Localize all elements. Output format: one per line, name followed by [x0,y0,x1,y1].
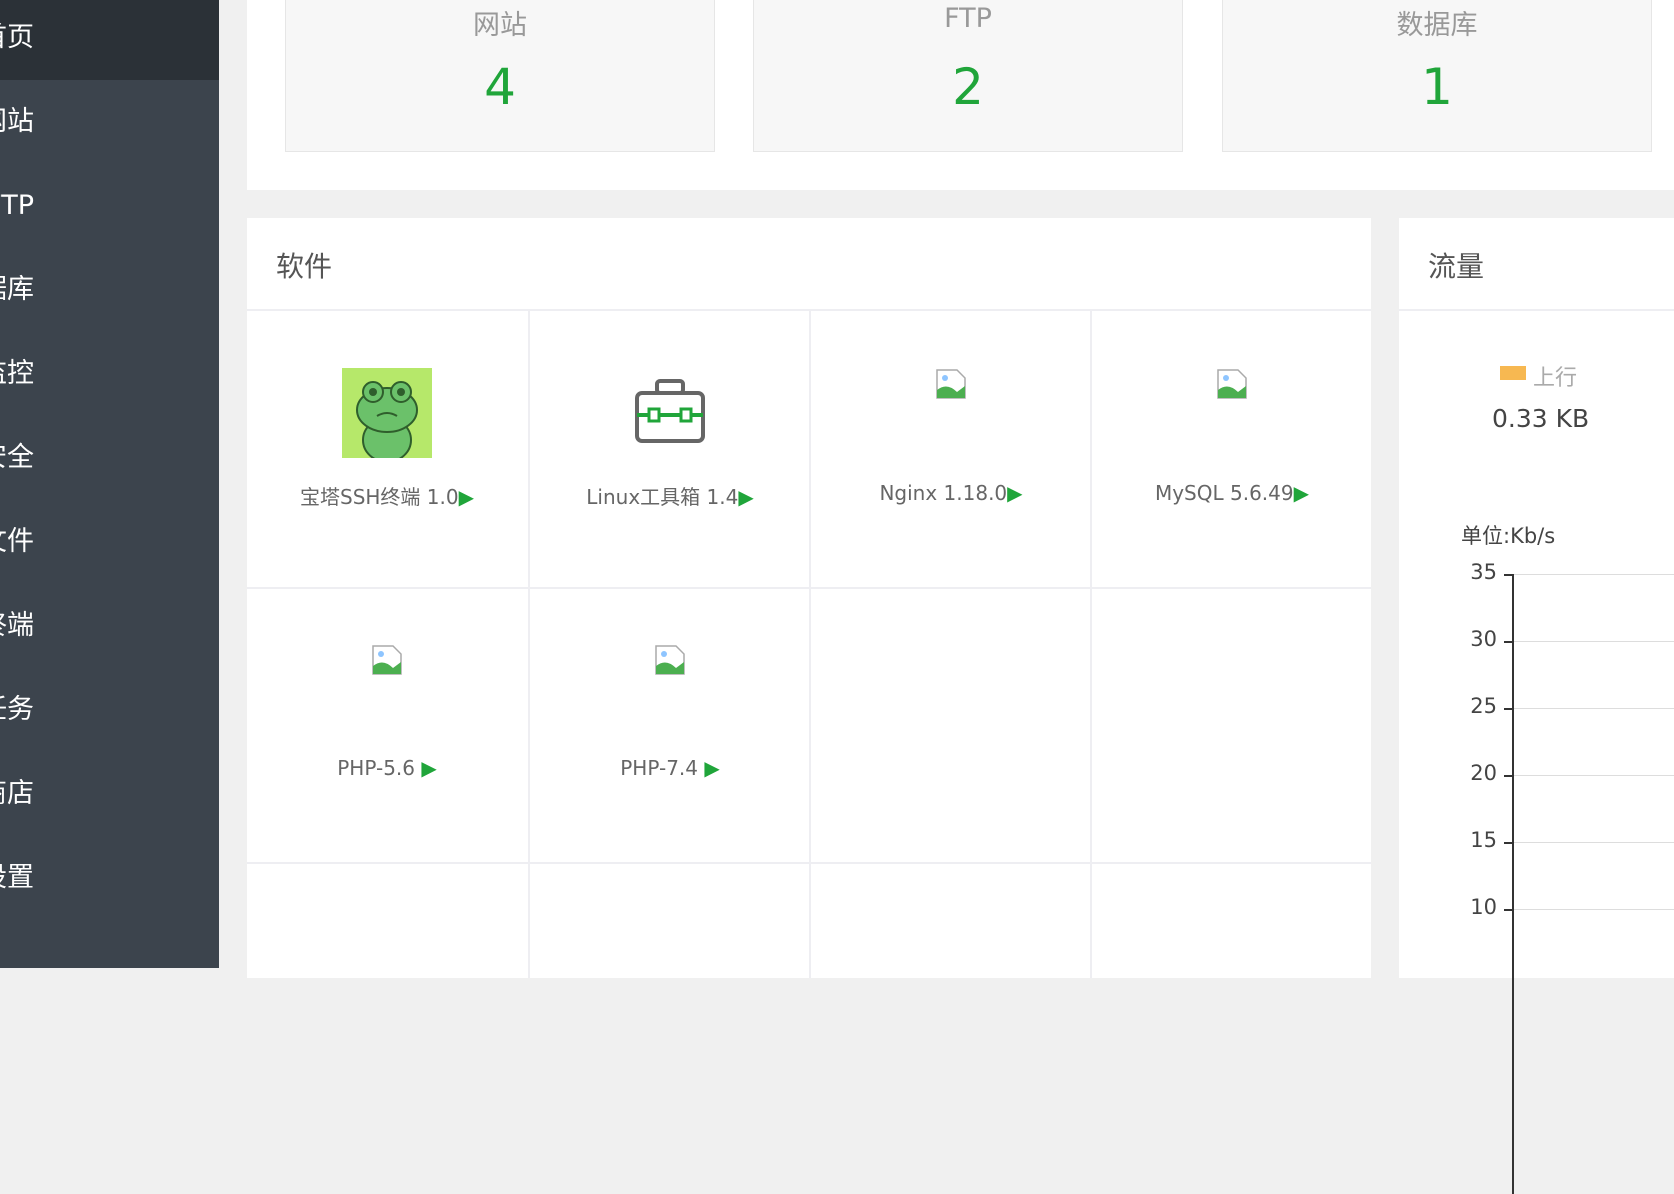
software-item-name: PHP-7.4 ▶ [530,756,810,780]
y-tick-label: 30 [1470,627,1497,651]
y-tick-label: 20 [1470,761,1497,785]
software-item-name: MySQL 5.6.49▶ [1092,481,1372,505]
frog-icon [342,368,432,463]
sidebar-item-cron[interactable]: 计划任务 [0,668,219,752]
software-item-name: 宝塔SSH终端 1.0▶ [247,481,527,510]
software-item-label: PHP-7.4 [620,756,705,780]
upstream-value: 0.33 KB [1492,404,1590,433]
sidebar-item-label: 计划任务 [0,694,34,725]
y-tick-label: 15 [1470,828,1497,852]
gridline [1514,574,1674,575]
sidebar-item-security[interactable]: 安全 [0,416,219,500]
sidebar-item-ftp[interactable]: FTP [0,164,219,248]
y-axis [1512,574,1514,1194]
software-item-linux-toolbox[interactable]: Linux工具箱 1.4▶ [530,311,810,587]
stat-value[interactable]: 4 [286,58,714,116]
software-item-label: Nginx 1.18.0 [879,481,1008,505]
stat-websites[interactable]: 网站 4 [285,0,715,152]
stat-value[interactable]: 1 [1223,58,1651,116]
gridline [1514,641,1674,642]
play-icon[interactable]: ▶ [704,756,719,780]
gridline [1514,708,1674,709]
broken-image-icon [654,644,686,676]
sidebar-item-terminal[interactable]: 终端 [0,584,219,668]
sidebar-item-panel-settings[interactable]: 面板设置 [0,836,219,920]
stat-databases[interactable]: 数据库 1 [1222,0,1652,152]
software-item-baota-ssh[interactable]: 宝塔SSH终端 1.0▶ [247,311,527,587]
sidebar-item-files[interactable]: 文件 [0,500,219,584]
y-tick-label: 25 [1470,694,1497,718]
y-tick [1504,775,1512,777]
stats-panel: 网站 4 FTP 2 数据库 1 [247,0,1674,190]
software-item-label: MySQL 5.6.49 [1154,481,1294,505]
legend-label-upstream[interactable]: 上行 [1533,360,1577,392]
divider [1399,309,1674,311]
sidebar-item-database[interactable]: 数据库 [0,248,219,332]
unit-label: 单位:Kb/s [1461,524,1556,548]
y-tick-label: 10 [1470,895,1497,919]
sidebar-item-app-store[interactable]: 软件商店 [0,752,219,836]
software-item-label: 宝塔SSH终端 1.0 [300,485,459,509]
sidebar-item-label: FTP [0,190,34,221]
sidebar-item-label: 首页 [0,22,34,53]
sidebar-item-label: 网站 [0,106,34,137]
sidebar-item-label: 软件商店 [0,778,34,809]
sidebar-item-label: 文件 [0,526,34,557]
sidebar-item-home[interactable]: 首页 [0,0,219,80]
stat-value[interactable]: 2 [754,58,1182,116]
traffic-panel-title: 流量 [1428,250,1485,283]
sidebar-item-label: 终端 [0,610,34,641]
y-tick [1504,909,1512,911]
sidebar-item-websites[interactable]: 网站 [0,80,219,164]
sidebar-item-label: 面板设置 [0,862,34,893]
play-icon[interactable]: ▶ [1007,481,1022,505]
y-tick-label: 35 [1470,560,1497,584]
sidebar-item-monitor[interactable]: 监控 [0,332,219,416]
toolbox-icon [635,379,705,445]
software-item-label: Linux工具箱 1.4 [586,485,739,509]
software-panel: 软件 宝塔SSH终端 1.0▶ Linux工具箱 1.4▶ Nginx 1.18… [247,218,1371,978]
stat-label: FTP [944,3,992,34]
broken-image-icon [935,368,967,400]
y-tick [1504,574,1512,576]
software-item-name: Nginx 1.18.0▶ [811,481,1091,505]
play-icon[interactable]: ▶ [459,485,474,509]
sidebar-item-label: 安全 [0,442,34,473]
sidebar-item-label: 数据库 [0,274,34,305]
software-item-mysql[interactable]: MySQL 5.6.49▶ [1092,311,1372,587]
stat-label: 网站 [473,10,527,41]
y-tick [1504,842,1512,844]
stat-label: 数据库 [1396,10,1478,41]
gridline [1514,909,1674,910]
play-icon[interactable]: ▶ [421,756,436,780]
software-item-php56[interactable]: PHP-5.6 ▶ [247,589,527,865]
sidebar: 首页 网站 FTP 数据库 监控 安全 文件 终端 计划任务 软件商店 面板设置 [0,0,219,968]
gridline [1514,842,1674,843]
play-icon[interactable]: ▶ [1294,481,1309,505]
traffic-panel: 流量 上行 0.33 KB 单位:Kb/s 35 30 25 20 15 10 [1399,218,1674,1194]
software-panel-title: 软件 [276,250,333,283]
software-item-name: PHP-5.6 ▶ [247,756,527,780]
software-item-nginx[interactable]: Nginx 1.18.0▶ [811,311,1091,587]
broken-image-icon [371,644,403,676]
stat-ftp[interactable]: FTP 2 [753,0,1183,152]
broken-image-icon [1216,368,1248,400]
play-icon[interactable]: ▶ [738,485,753,509]
software-item-label: PHP-5.6 [337,756,422,780]
sidebar-item-label: 监控 [0,358,34,389]
software-item-php74[interactable]: PHP-7.4 ▶ [530,589,810,865]
software-item-name: Linux工具箱 1.4▶ [530,481,810,510]
y-tick [1504,641,1512,643]
legend-swatch-upstream [1500,366,1526,380]
gridline [1514,775,1674,776]
y-tick [1504,708,1512,710]
